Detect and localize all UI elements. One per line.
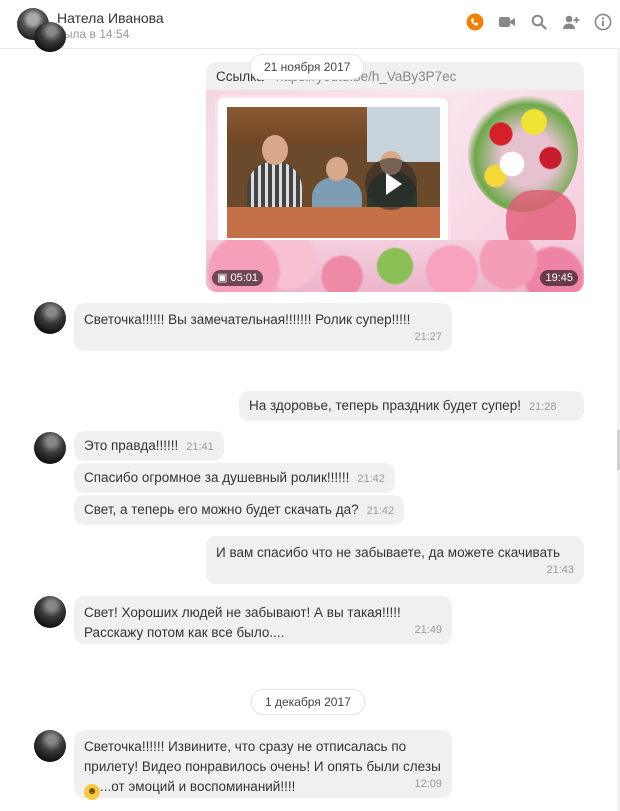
- date-separator: 1 декабря 2017: [251, 689, 365, 715]
- outgoing-message[interactable]: И вам спасибо что не забываете, да может…: [206, 536, 584, 584]
- contact-name[interactable]: Натела Иванова: [57, 10, 164, 26]
- incoming-message[interactable]: Светочка!!!!!! Вы замечательная!!!!!!! Р…: [74, 303, 452, 351]
- message-time: 12:09: [414, 778, 442, 790]
- contact-status: была в 14:54: [57, 27, 130, 41]
- info-icon[interactable]: [594, 13, 612, 31]
- message-text: Светочка!!!!!! Извините, что сразу не от…: [84, 739, 441, 774]
- incoming-message[interactable]: Спасибо огромное за душевный ролик!!!!!!…: [74, 463, 395, 493]
- incoming-message[interactable]: Светочка!!!!!! Извините, что сразу не от…: [74, 730, 452, 800]
- kitchen-window: [367, 107, 440, 162]
- message-time: 21:27: [414, 331, 442, 343]
- video-duration: ▣ 05:01: [212, 270, 263, 286]
- message-time: 21:28: [528, 401, 557, 413]
- person-left-head: [262, 135, 288, 165]
- message-time: 21:41: [186, 441, 214, 453]
- video-small-icon: ▣: [217, 272, 228, 284]
- sender-avatar[interactable]: [34, 596, 66, 628]
- crying-face-emoji: ☻: [84, 784, 100, 800]
- phone-icon[interactable]: [466, 13, 484, 31]
- table: [227, 207, 440, 238]
- header-actions: [466, 13, 612, 31]
- sender-avatar[interactable]: [34, 432, 66, 464]
- message-time: 21:49: [414, 624, 442, 636]
- message-text: И вам спасибо что не забываете, да может…: [216, 545, 561, 560]
- message-text: Это правда!!!!!!: [84, 438, 179, 453]
- person-middle-head: [326, 157, 348, 181]
- incoming-message[interactable]: Свет! Хороших людей не забывают! А вы та…: [74, 596, 452, 644]
- message-text: Спасибо огромное за душевный ролик!!!!!!: [84, 470, 350, 485]
- chat-header: Натела Иванова была в 14:54: [0, 0, 620, 49]
- sender-avatar[interactable]: [34, 730, 66, 762]
- message-time: 21:43: [546, 564, 574, 576]
- search-icon[interactable]: [530, 13, 548, 31]
- incoming-message[interactable]: Свет, а теперь его можно будет скачать д…: [74, 495, 405, 525]
- outgoing-message[interactable]: На здоровье, теперь праздник будет супер…: [239, 391, 584, 421]
- message-time: 21:42: [366, 505, 395, 517]
- video-thumbnail[interactable]: ▣ 05:01 19:45: [206, 90, 584, 292]
- message-text: Свет, а теперь его можно будет скачать д…: [84, 502, 359, 517]
- message-text-tail: ...от эмоций и воспоминаний!!!!: [100, 779, 296, 794]
- video-link-message[interactable]: Ссылка - https://youtu.be/h_VaBy3P7ec ▣ …: [206, 62, 584, 292]
- message-text: На здоровье, теперь праздник будет супер…: [249, 398, 521, 413]
- video-time: 19:45: [540, 270, 578, 286]
- video-camera-icon[interactable]: [498, 13, 516, 31]
- message-text: Светочка!!!!!! Вы замечательная!!!!!!! Р…: [84, 312, 411, 327]
- sender-avatar[interactable]: [34, 22, 66, 52]
- flowers-border: [206, 240, 584, 292]
- incoming-message[interactable]: Это правда!!!!!! 21:41: [74, 431, 224, 461]
- date-separator: 21 ноября 2017: [250, 54, 365, 80]
- message-text: Свет! Хороших людей не забывают! А вы та…: [84, 605, 401, 640]
- play-button[interactable]: [365, 158, 417, 210]
- message-time: 21:42: [357, 473, 385, 485]
- add-user-icon[interactable]: [562, 13, 580, 31]
- video-duration-text: 05:01: [230, 272, 258, 284]
- sender-avatar[interactable]: [34, 302, 66, 334]
